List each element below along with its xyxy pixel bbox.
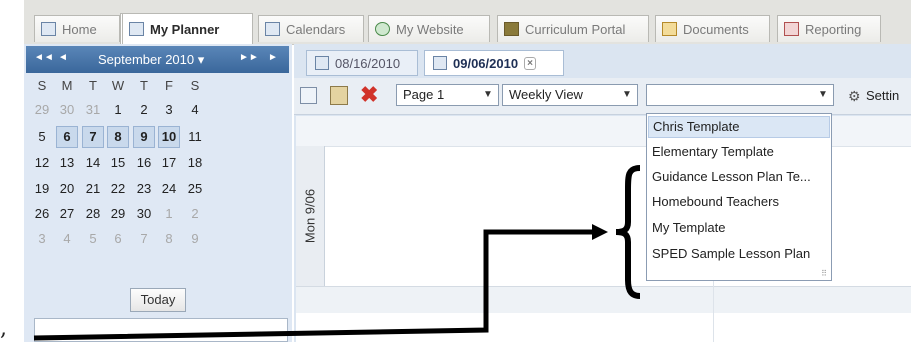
annotation-arrow-line	[33, 229, 596, 341]
curly-brace-mark	[615, 165, 641, 299]
arrow-head-icon	[592, 224, 608, 240]
annotation-overlay	[33, 165, 641, 341]
